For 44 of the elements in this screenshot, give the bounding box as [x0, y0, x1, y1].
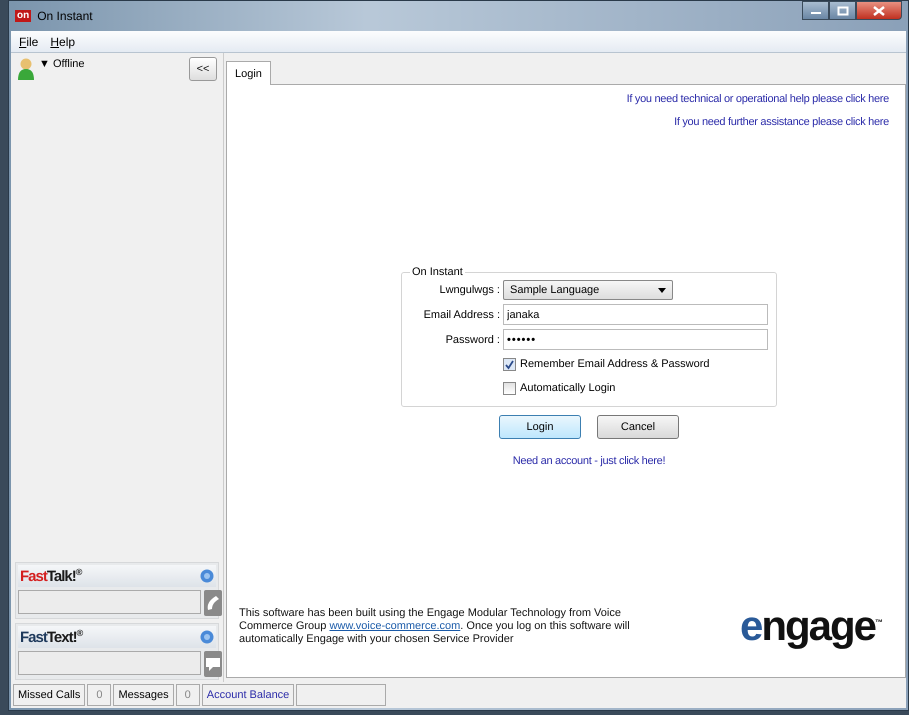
account-balance-link[interactable]: Account Balance [202, 684, 294, 706]
speech-bubble-icon [204, 655, 222, 673]
input-field[interactable] [18, 590, 201, 614]
website-link[interactable]: www.voice-commerce.com [329, 620, 460, 632]
about-text: This software has been built using the Engage Modular Technology from Voice Commerce Group www.voice-commerce.com. Once you log on this software will automatically Engage with your chosen Service Provider [239, 606, 631, 646]
minimize-button[interactable] [802, 1, 829, 20]
status-label: Messages [113, 684, 174, 706]
help-link[interactable]: If you need further assistance please click here [674, 116, 889, 128]
phone-button[interactable] [204, 590, 222, 616]
group-legend: On Instant [410, 266, 465, 278]
dialog-button[interactable]: Cancel [597, 415, 679, 439]
status-count: 0 [176, 684, 200, 706]
input-field[interactable] [18, 651, 201, 675]
close-icon [873, 6, 885, 16]
window-title: On Instant [37, 9, 93, 23]
language-label: Lwngulwgs : [438, 284, 500, 296]
collapse-button[interactable]: << [189, 57, 217, 81]
menu-item[interactable]: File [15, 34, 42, 48]
dropdown-arrow-icon [658, 288, 666, 292]
status-label: Missed Calls [13, 684, 86, 706]
status-count: 0 [87, 684, 112, 706]
password-label: Password : [444, 334, 500, 346]
fast-title: FastText!$^{®}$ [20, 628, 82, 646]
user-icon [17, 57, 35, 81]
login-tab[interactable]: Login [226, 61, 271, 85]
email-field[interactable]: janaka [503, 304, 768, 325]
maximize-button[interactable] [829, 1, 856, 20]
signup-link[interactable]: Need an account - just click here! [512, 455, 666, 467]
message-button[interactable] [204, 651, 222, 677]
language-dropdown[interactable]: Sample Language [503, 280, 673, 300]
menu-item[interactable]: Help [46, 34, 80, 48]
engage-logo: engage$^{™}$ [740, 605, 881, 647]
option-checkbox[interactable]: Remember Email Address & Password [503, 354, 768, 374]
maximize-icon [836, 6, 848, 16]
password-field[interactable]: •••••• [503, 329, 768, 350]
presence-status[interactable]: ▼ Offline [39, 58, 85, 70]
fast-title: FastTalk!$^{®}$ [20, 567, 82, 585]
checkmark-icon [504, 358, 515, 370]
close-button[interactable] [856, 1, 902, 20]
help-link[interactable]: If you need technical or operational help please click here [626, 93, 889, 105]
option-checkbox[interactable]: Automatically Login [503, 378, 768, 398]
app-icon: on [15, 10, 32, 22]
email-label: Email Address : [422, 308, 500, 320]
dialog-button[interactable]: Login [499, 415, 581, 439]
